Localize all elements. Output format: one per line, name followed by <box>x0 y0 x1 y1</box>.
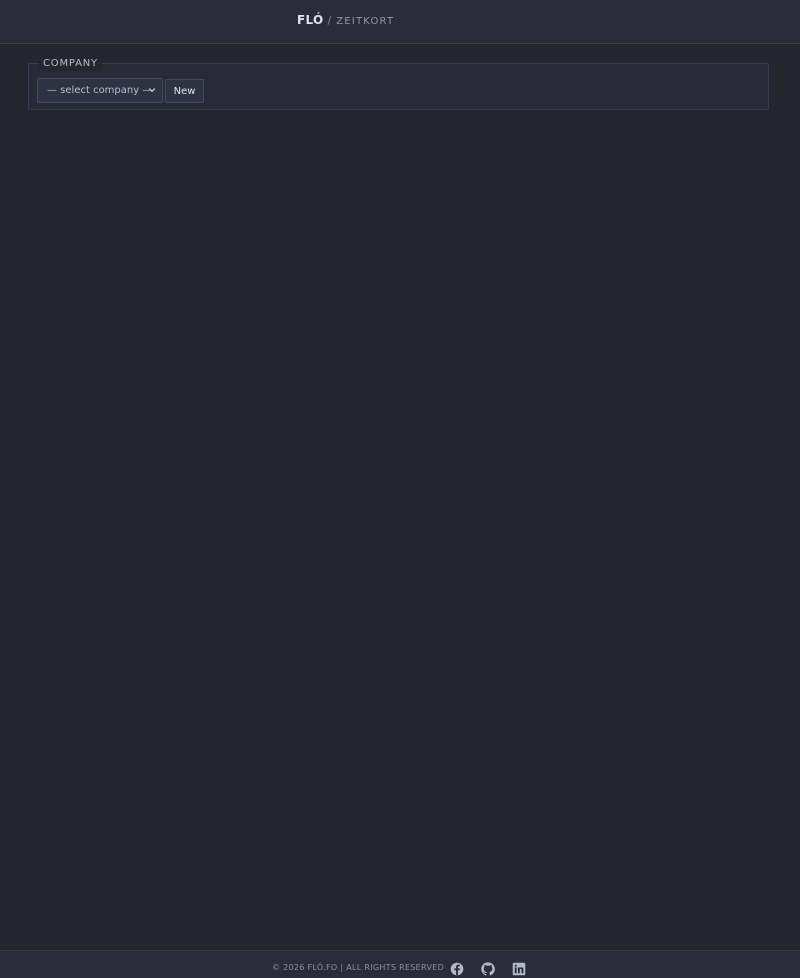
linkedin-icon[interactable] <box>512 962 526 976</box>
github-icon[interactable] <box>481 962 495 976</box>
brand-separator: / <box>327 14 332 27</box>
app-header: FLÓ / ZEITKORT <box>0 0 800 44</box>
company-fieldset: COMPANY — select company — New <box>28 57 769 110</box>
company-legend: COMPANY <box>39 57 102 71</box>
new-company-button[interactable]: New <box>165 79 204 103</box>
copyright-text: © 2026 FLÓ.FO | ALL RIGHTS RESERVED <box>272 963 445 972</box>
company-select[interactable]: — select company — <box>37 78 163 103</box>
app-name: ZEITKORT <box>336 16 395 27</box>
company-select-value: — select company — <box>47 85 153 96</box>
chevron-down-icon <box>148 88 156 93</box>
brand-logo-text: FLÓ <box>297 13 324 27</box>
app-footer: © 2026 FLÓ.FO | ALL RIGHTS RESERVED <box>0 950 800 978</box>
brand[interactable]: FLÓ / ZEITKORT <box>297 13 394 27</box>
facebook-icon[interactable] <box>450 962 464 976</box>
